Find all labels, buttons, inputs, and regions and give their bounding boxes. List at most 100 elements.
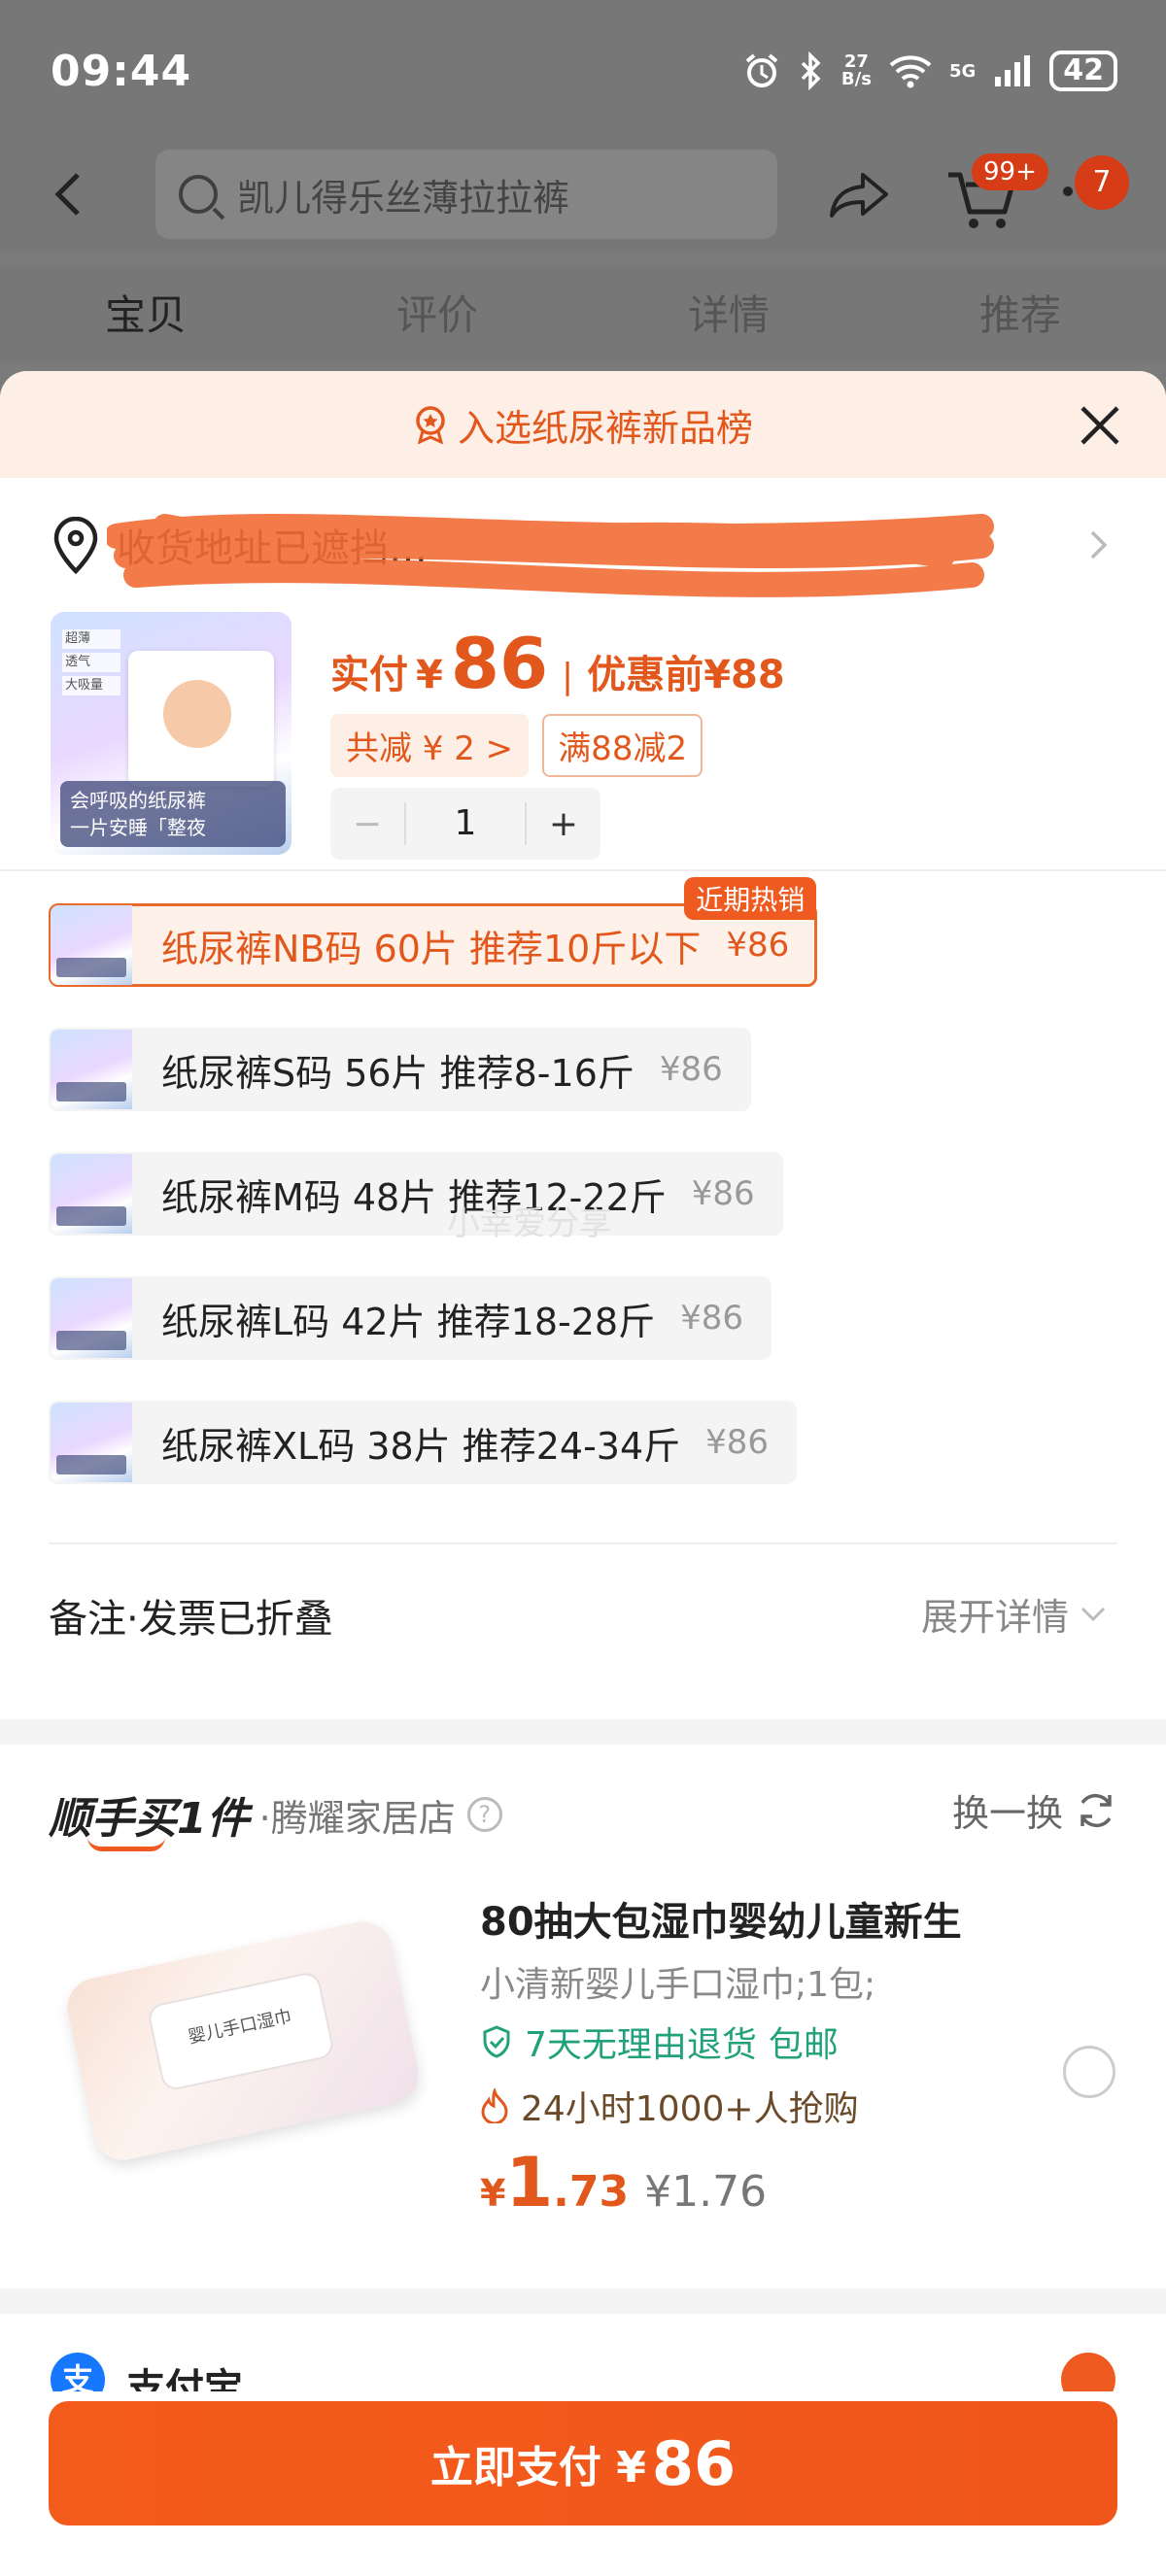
upsell-service-tags: 7天无理由退货 包邮 — [480, 2017, 839, 2067]
thumb-caption: 会呼吸的纸尿裤 一片安睡「整夜 — [60, 781, 286, 847]
medal-icon — [416, 406, 445, 444]
price-amount: 86 — [450, 623, 549, 704]
decrease-button[interactable]: − — [330, 804, 404, 844]
sku-option-s[interactable]: 纸尿裤S码 56片 推荐8-16斤 ¥86 — [49, 1028, 751, 1111]
back-icon — [54, 173, 80, 216]
price-line: 实付 ¥ 86 | 优惠前 ¥88 — [330, 623, 785, 704]
quantity-stepper: − 1 + — [330, 788, 600, 860]
price-separator: | — [562, 657, 574, 696]
shield-check-icon — [483, 2025, 510, 2058]
sku-price: ¥86 — [726, 926, 790, 965]
tab-recommend[interactable]: 推荐 — [874, 267, 1166, 364]
sku-price: ¥86 — [659, 1050, 723, 1089]
tab-reviews[interactable]: 评价 — [292, 267, 583, 364]
sku-option-nb[interactable]: 纸尿裤NB码 60片 推荐10斤以下 ¥86 近期热销 — [49, 877, 818, 987]
alarm-icon — [745, 53, 778, 87]
sku-option-xl[interactable]: 纸尿裤XL码 38片 推荐24-34斤 ¥86 — [49, 1401, 798, 1484]
sku-thumb — [51, 1403, 132, 1482]
message-badge[interactable]: 7 — [1075, 155, 1129, 210]
signal-type: 5G — [948, 60, 977, 82]
hot-sale-badge: 近期热销 — [684, 877, 817, 920]
pay-bar: 立即支付 ¥86 — [0, 2391, 1166, 2576]
tab-baby[interactable]: 宝贝 — [0, 267, 292, 364]
bluetooth-icon — [801, 51, 821, 90]
top-nav: 凯儿得乐丝薄拉拉裤 99+ 7 — [0, 146, 1166, 253]
discount-chip[interactable]: 共减 ¥ 2 > — [330, 714, 530, 777]
banner-text: 入选纸尿裤新品榜 — [457, 406, 753, 450]
back-button[interactable] — [49, 165, 97, 223]
coupon-chip: 满88减2 — [542, 714, 703, 777]
upsell-section: 顺手买1件 ·腾耀家居店 ? 换一换 婴儿手口湿巾 80抽大包湿巾婴幼儿童新生 … — [0, 1745, 1166, 2288]
sku-label: 纸尿裤L码 42片 推荐18-28斤 — [161, 1300, 656, 1343]
wifi-icon — [889, 55, 932, 88]
tab-details[interactable]: 详情 — [583, 267, 874, 364]
detail-tabs: 宝贝 评价 详情 推荐 — [0, 267, 1166, 364]
payment-method-label: 支付宝 — [126, 2366, 243, 2391]
chevron-down-icon — [1080, 1607, 1106, 1621]
pay-now-button[interactable]: 立即支付 ¥86 — [49, 2401, 1117, 2525]
sku-label: 纸尿裤XL码 38片 推荐24-34斤 — [161, 1424, 681, 1468]
section-divider — [0, 2288, 1166, 2314]
close-icon[interactable] — [1079, 404, 1121, 447]
ranking-banner[interactable]: 入选纸尿裤新品榜 — [0, 371, 1166, 478]
search-input[interactable]: 凯儿得乐丝薄拉拉裤 — [155, 150, 777, 239]
sku-price: ¥86 — [680, 1299, 744, 1338]
flame-icon — [481, 2088, 508, 2123]
search-placeholder: 凯儿得乐丝薄拉拉裤 — [237, 176, 570, 220]
product-summary: 超薄 透气 大吸量 会呼吸的纸尿裤 一片安睡「整夜 实付 ¥ 86 | 优惠前 … — [0, 609, 1166, 871]
redaction-scribble — [107, 514, 994, 597]
sku-label: 纸尿裤S码 56片 推荐8-16斤 — [161, 1051, 634, 1095]
net-speed: 27 B/s — [840, 51, 872, 89]
remark-label: 备注·发票已折叠 — [49, 1597, 333, 1642]
share-icon — [830, 173, 888, 218]
battery-indicator: 42 — [1049, 51, 1117, 91]
increase-button[interactable]: + — [527, 804, 600, 844]
price-label: 实付 — [330, 653, 408, 697]
watermark: 小幸爱分享 — [447, 1204, 612, 1243]
upsell-brand: 顺手买1件 — [49, 1783, 250, 1851]
help-icon[interactable]: ? — [466, 1797, 502, 1832]
sku-thumb — [51, 1154, 132, 1234]
status-time: 09:44 — [51, 47, 192, 96]
upsell-product-image[interactable]: 婴儿手口湿巾 — [49, 1871, 447, 2191]
status-bar: 09:44 27 B/s 5G 42 — [0, 0, 1166, 146]
remark-row[interactable]: 备注·发票已折叠 展开详情 — [49, 1542, 1117, 1678]
quantity-value[interactable]: 1 — [404, 802, 527, 845]
swap-button[interactable]: 换一换 — [952, 1783, 1117, 1837]
upsell-price: ¥ 1 .73 ¥1.76 — [480, 2143, 768, 2222]
order-sheet: 入选纸尿裤新品榜 收货地址已遮挡… 超薄 透气 大吸量 会呼吸的纸尿裤 一片安睡… — [0, 371, 1166, 2576]
payment-method-row[interactable]: 支 支付宝 — [0, 2314, 1166, 2391]
search-icon — [179, 175, 218, 214]
sku-thumb — [51, 1278, 132, 1358]
sku-price: ¥86 — [705, 1423, 770, 1462]
refresh-icon — [1080, 1793, 1112, 1827]
expand-details-button[interactable]: 展开详情 — [921, 1587, 1106, 1641]
payment-selected-check[interactable] — [1061, 2353, 1115, 2391]
upsell-product-spec: 小清新婴儿手口湿巾;1包; — [480, 1965, 876, 2005]
price-before-amount: ¥88 — [703, 653, 785, 697]
discount-row: 共减 ¥ 2 > 满88减2 — [330, 714, 703, 777]
sku-option-l[interactable]: 纸尿裤L码 42片 推荐18-28斤 ¥86 — [49, 1276, 772, 1360]
sku-thumb — [51, 905, 132, 985]
upsell-title: 顺手买1件 ·腾耀家居店 ? — [49, 1783, 502, 1851]
wipes-pack-illustration: 婴儿手口湿巾 — [61, 1915, 425, 2166]
sku-option-m[interactable]: 纸尿裤M码 48片 推荐12-22斤 ¥86 — [49, 1152, 783, 1236]
sku-label: 纸尿裤NB码 60片 推荐10斤以下 — [161, 927, 702, 970]
section-divider — [0, 1719, 1166, 1745]
cart-badge: 99+ — [972, 153, 1048, 190]
wipes-lid: 婴儿手口湿巾 — [146, 1970, 336, 2092]
signal-icon — [995, 55, 1031, 86]
status-icons: 27 B/s 5G 42 — [742, 51, 1117, 91]
upsell-original-price: ¥1.76 — [644, 2167, 768, 2217]
sku-price: ¥86 — [691, 1174, 755, 1213]
more-dot[interactable] — [1063, 186, 1073, 196]
thumb-tags: 超薄 透气 大吸量 — [62, 629, 120, 699]
price-currency: ¥ — [416, 653, 443, 697]
share-button[interactable] — [826, 165, 894, 223]
upsell-product-name[interactable]: 80抽大包湿巾婴幼儿童新生 — [480, 1890, 962, 1947]
product-image[interactable]: 超薄 透气 大吸量 会呼吸的纸尿裤 一片安睡「整夜 — [51, 612, 292, 855]
upsell-hot-sale: 24小时1000+人抢购 — [480, 2081, 859, 2131]
upsell-select-radio[interactable] — [1063, 2046, 1115, 2098]
address-row[interactable]: 收货地址已遮挡… — [0, 478, 1166, 609]
chevron-right-icon — [1090, 530, 1108, 559]
